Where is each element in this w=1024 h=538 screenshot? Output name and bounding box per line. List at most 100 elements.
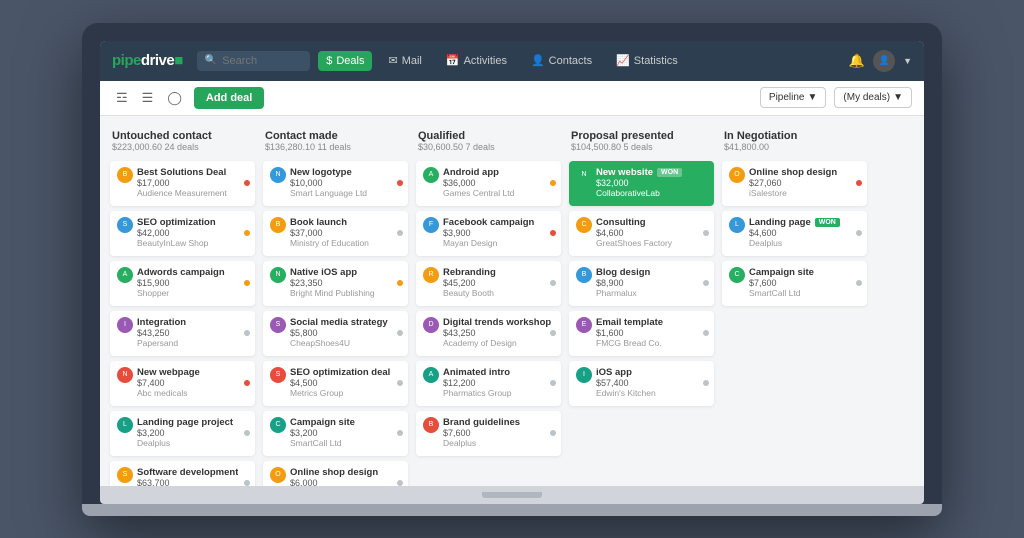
col-meta: $30,600.50 7 deals: [418, 142, 559, 152]
deal-card[interactable]: BBlog design$8,900Pharmalux: [569, 261, 714, 306]
deal-card[interactable]: CConsulting$4,600GreatShoes Factory: [569, 211, 714, 256]
deal-name: iOS app: [596, 367, 632, 378]
deal-price: $7,400: [137, 378, 248, 388]
deal-card[interactable]: OOnline shop design$27,060iSalestore: [722, 161, 867, 206]
deal-avatar: I: [576, 367, 592, 383]
deal-company: Dealplus: [749, 238, 860, 248]
deal-price: $37,000: [290, 228, 401, 238]
add-deal-button[interactable]: Add deal: [194, 87, 264, 109]
nav-statistics[interactable]: 📈 Statistics: [608, 50, 686, 71]
col-header-4: In Negotiation$41,800.00: [722, 126, 867, 156]
kanban-col-2: Qualified$30,600.50 7 dealsAAndroid app$…: [416, 126, 561, 476]
deal-card[interactable]: LLanding page project$3,200Dealplus: [110, 411, 255, 456]
deal-name: Software development: [137, 467, 238, 478]
deal-name: Rebranding: [443, 267, 496, 278]
deal-company: Mayan Design: [443, 238, 554, 248]
chevron-down-icon[interactable]: ▼: [903, 56, 912, 66]
deal-card[interactable]: AAnimated intro$12,200Pharmatics Group: [416, 361, 561, 406]
deal-company: CheapShoes4U: [290, 338, 401, 348]
deal-price: $3,900: [443, 228, 554, 238]
deal-card[interactable]: BBest Solutions Deal$17,000Audience Meas…: [110, 161, 255, 206]
deal-price: $12,200: [443, 378, 554, 388]
deal-card[interactable]: SSoftware development$63,700Customer Gro…: [110, 461, 255, 486]
kanban-view-icon[interactable]: ☲: [112, 88, 132, 108]
won-badge: WON: [815, 218, 840, 227]
search-input[interactable]: [222, 55, 302, 67]
deal-company: Dealplus: [137, 438, 248, 448]
avatar[interactable]: 👤: [873, 50, 895, 72]
deal-price: $6,000: [290, 478, 401, 486]
deal-price: $45,200: [443, 278, 554, 288]
deal-price: $32,000: [596, 178, 707, 188]
clock-icon[interactable]: ◯: [163, 88, 186, 108]
pipeline-chevron-icon: ▼: [808, 92, 818, 103]
deal-avatar: S: [270, 317, 286, 333]
deal-card[interactable]: EEmail template$1,600FMCG Bread Co.: [569, 311, 714, 356]
deal-status-indicator: [244, 280, 250, 286]
deal-card[interactable]: NNative iOS app$23,350Bright Mind Publis…: [263, 261, 408, 306]
nav-contacts[interactable]: 👤 Contacts: [523, 50, 600, 71]
deal-card[interactable]: IiOS app$57,400Edwin's Kitchen: [569, 361, 714, 406]
deal-card[interactable]: RRebranding$45,200Beauty Booth: [416, 261, 561, 306]
deal-company: SmartCall Ltd: [290, 438, 401, 448]
deal-avatar: B: [270, 217, 286, 233]
deal-card[interactable]: AAndroid app$36,000Games Central Ltd: [416, 161, 561, 206]
nav-deals[interactable]: $ Deals: [318, 51, 372, 71]
search-bar[interactable]: 🔍: [197, 51, 310, 71]
deal-price: $3,200: [137, 428, 248, 438]
deal-status-indicator: [856, 180, 862, 186]
my-deals-button[interactable]: (My deals) ▼: [834, 87, 912, 108]
deal-avatar: L: [117, 417, 133, 433]
deal-status-indicator: [703, 380, 709, 386]
contacts-icon: 👤: [531, 54, 545, 67]
col-meta: $41,800.00: [724, 142, 865, 152]
deal-card[interactable]: CCampaign site$7,600SmartCall Ltd: [722, 261, 867, 306]
col-meta: $223,000.60 24 deals: [112, 142, 253, 152]
deal-name: Integration: [137, 317, 186, 328]
deal-name: Digital trends workshop: [443, 317, 551, 328]
deal-status-indicator: [244, 230, 250, 236]
nav-mail[interactable]: ✉ Mail: [380, 50, 429, 71]
deal-card[interactable]: NNew logotype$10,000Smart Language Ltd: [263, 161, 408, 206]
deal-name: SEO optimization: [137, 217, 216, 228]
view-toggle: ☲ ☰ ◯: [112, 88, 186, 108]
deal-name: Animated intro: [443, 367, 510, 378]
deal-company: Papersand: [137, 338, 248, 348]
deal-avatar: A: [423, 167, 439, 183]
deal-avatar: B: [117, 167, 133, 183]
deal-name: Campaign site: [290, 417, 355, 428]
deal-card[interactable]: CCampaign site$3,200SmartCall Ltd: [263, 411, 408, 456]
col-title: In Negotiation: [724, 130, 865, 142]
deal-company: BeautyInLaw Shop: [137, 238, 248, 248]
col-meta: $104,500.80 5 deals: [571, 142, 712, 152]
col-title: Proposal presented: [571, 130, 712, 142]
deal-card[interactable]: NNew webpage$7,400Abc medicals: [110, 361, 255, 406]
deal-avatar: C: [576, 217, 592, 233]
deal-name: Book launch: [290, 217, 347, 228]
pipeline-button[interactable]: Pipeline ▼: [760, 87, 827, 108]
deal-avatar: F: [423, 217, 439, 233]
deal-card[interactable]: SSEO optimization$42,000BeautyInLaw Shop: [110, 211, 255, 256]
deal-company: Pharmalux: [596, 288, 707, 298]
deal-card[interactable]: LLanding pageWON$4,600Dealplus: [722, 211, 867, 256]
deal-card[interactable]: FFacebook campaign$3,900Mayan Design: [416, 211, 561, 256]
logo: pipedrive■: [112, 52, 183, 69]
bell-icon[interactable]: 🔔: [849, 53, 865, 69]
deal-price: $4,600: [596, 228, 707, 238]
deal-card[interactable]: IIntegration$43,250Papersand: [110, 311, 255, 356]
deal-card[interactable]: BBrand guidelines$7,600Dealplus: [416, 411, 561, 456]
deal-card[interactable]: SSEO optimization deal$4,500Metrics Grou…: [263, 361, 408, 406]
col-title: Contact made: [265, 130, 406, 142]
deal-status-indicator: [397, 480, 403, 486]
deal-card[interactable]: BBook launch$37,000Ministry of Education: [263, 211, 408, 256]
deal-status-indicator: [397, 380, 403, 386]
deal-status-indicator: [703, 330, 709, 336]
deal-avatar: S: [117, 217, 133, 233]
list-view-icon[interactable]: ☰: [138, 88, 158, 108]
deal-card[interactable]: DDigital trends workshop$43,250Academy o…: [416, 311, 561, 356]
deal-card[interactable]: AAdwords campaign$15,900Shopper: [110, 261, 255, 306]
deal-card[interactable]: SSocial media strategy$5,800CheapShoes4U: [263, 311, 408, 356]
nav-activities[interactable]: 📅 Activities: [438, 50, 515, 71]
deal-card[interactable]: NNew websiteWON$32,000CollaborativeLab: [569, 161, 714, 206]
deal-card[interactable]: OOnline shop design$6,000iSalestore: [263, 461, 408, 486]
